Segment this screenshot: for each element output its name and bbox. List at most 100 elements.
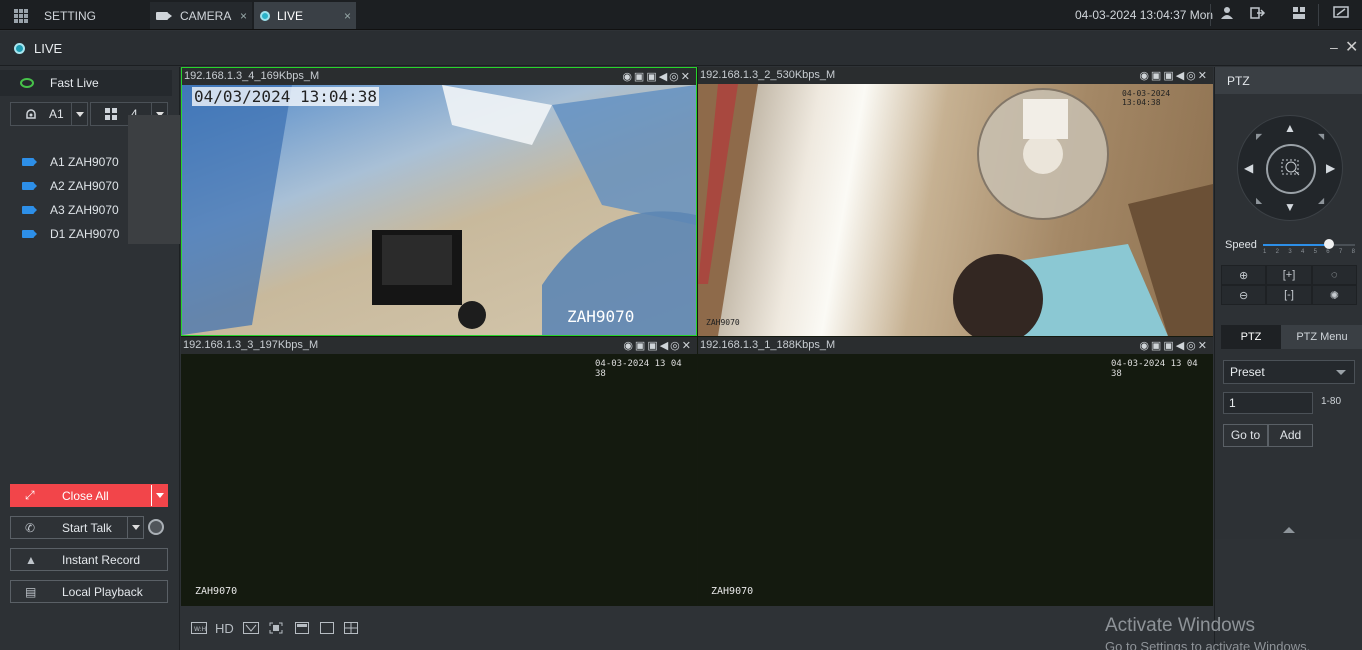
speed-tick: 2: [1275, 249, 1279, 255]
layout-icon[interactable]: [1290, 6, 1308, 24]
bottom-toolbar: W:H HD: [181, 607, 1213, 650]
local-playback-button[interactable]: ▤ Local Playback: [10, 580, 168, 603]
pane-stream-info: 192.168.1.3_3_197Kbps_M: [183, 339, 319, 351]
stream-icon[interactable]: [243, 622, 259, 637]
tab-ptz-menu[interactable]: PTZ Menu: [1281, 325, 1362, 349]
channel-item[interactable]: A3 ZAH9070: [22, 201, 119, 219]
live-dot-icon: [260, 10, 270, 21]
video-pane[interactable]: 192.168.1.3_2_530Kbps_M ◉▣▣◀◎✕ 04-03-202…: [698, 67, 1213, 336]
focus-far-icon[interactable]: [-]: [1266, 285, 1312, 305]
video-pane[interactable]: 192.168.1.3_1_188Kbps_M ◉▣▣◀◎✕ 04-03-202…: [698, 337, 1213, 606]
left-panel: Fast Live A1 4 A1 ZAH9070 A2 ZAH9070 A3 …: [0, 67, 180, 650]
camera-feed: 04-03-2024 13 04 38 ZAH9070: [181, 354, 697, 606]
fit-screen-icon[interactable]: [269, 622, 283, 637]
speed-tick: 3: [1288, 249, 1292, 255]
pane-stream-info: 192.168.1.3_1_188Kbps_M: [700, 339, 836, 351]
osd-camera-name: ZAH9070: [706, 318, 740, 327]
apps-grid-icon: [14, 8, 28, 23]
video-grid: 192.168.1.3_4_169Kbps_M ◉▣▣◀◎✕ 04/03/202…: [181, 67, 1213, 606]
fast-live-item[interactable]: Fast Live: [0, 70, 172, 96]
group-select-value: A1: [49, 107, 64, 121]
camera-icon: [156, 11, 172, 20]
fast-live-label: Fast Live: [50, 76, 99, 90]
close-all-button[interactable]: ⤢ Close All: [10, 484, 168, 507]
preset-select[interactable]: Preset: [1223, 360, 1355, 384]
local-playback-label: Local Playback: [62, 584, 143, 599]
video-pane[interactable]: 192.168.1.3_3_197Kbps_M ◉▣▣◀◎✕ 04-03-202…: [181, 337, 697, 606]
focus-near-icon[interactable]: [+]: [1266, 265, 1312, 285]
ptz-joystick[interactable]: ▲ ▼ ◀ ▶ ◤ ◥ ◣ ◢: [1237, 115, 1343, 221]
iris-open-icon[interactable]: ◌: [1311, 265, 1357, 285]
chevron-down-icon[interactable]: [71, 103, 87, 125]
speed-slider-handle[interactable]: [1324, 239, 1334, 249]
pane-toolbar-icons[interactable]: ◉▣▣◀◎✕: [623, 339, 693, 352]
arrow-upleft-icon[interactable]: ◤: [1256, 132, 1262, 141]
display-icon[interactable]: [1332, 6, 1350, 24]
preset-number-input[interactable]: [1223, 392, 1313, 414]
arrow-left-icon[interactable]: ◀: [1244, 161, 1253, 175]
channel-camera-icon: [22, 158, 37, 166]
tab-ptz[interactable]: PTZ: [1221, 325, 1281, 349]
zoom-out-icon[interactable]: ⊖: [1221, 285, 1267, 305]
zoom-in-icon[interactable]: ⊕: [1221, 265, 1267, 285]
ptz-center-zoom-icon[interactable]: [1266, 144, 1316, 194]
tab-setting-label: SETTING: [44, 8, 97, 23]
channel-label: D1 ZAH9070: [50, 227, 120, 241]
speed-tick: 4: [1300, 249, 1305, 255]
start-talk-label: Start Talk: [62, 520, 112, 535]
instant-record-label: Instant Record: [62, 552, 141, 567]
four-split-icon[interactable]: [344, 622, 358, 637]
osd-timestamp: 04/03/2024 13:04:38: [192, 87, 380, 106]
tab-live[interactable]: LIVE ×: [254, 2, 356, 29]
single-window-icon[interactable]: [295, 622, 309, 637]
channel-label: A1 ZAH9070: [50, 155, 119, 169]
svg-text:W:H: W:H: [194, 626, 206, 633]
chevron-down-icon[interactable]: [151, 485, 167, 506]
start-talk-button[interactable]: ✆ Start Talk: [10, 516, 144, 539]
channel-item[interactable]: A2 ZAH9070: [22, 177, 119, 195]
close-button[interactable]: ✕: [1345, 37, 1358, 57]
collapse-up-icon[interactable]: [1283, 527, 1295, 533]
group-select[interactable]: A1: [10, 102, 88, 126]
channel-item[interactable]: D1 ZAH9070: [22, 225, 119, 243]
channel-item[interactable]: A1 ZAH9070: [22, 153, 119, 171]
one-split-icon[interactable]: [320, 622, 334, 637]
tab-live-close-icon[interactable]: ×: [344, 9, 351, 23]
speed-slider-fill: [1263, 244, 1329, 246]
chevron-down-icon[interactable]: [127, 517, 143, 538]
arrow-right-icon[interactable]: ▶: [1326, 161, 1335, 175]
minimize-button[interactable]: –: [1330, 39, 1338, 55]
video-pane[interactable]: 192.168.1.3_4_169Kbps_M ◉▣▣◀◎✕ 04/03/202…: [181, 67, 697, 336]
tab-camera-close-icon[interactable]: ×: [240, 9, 247, 23]
add-preset-button[interactable]: Add: [1268, 424, 1313, 447]
activate-windows-hint: Go to Settings to activate Windows.: [1105, 639, 1311, 650]
phone-icon: ✆: [25, 520, 36, 535]
logout-icon[interactable]: [1250, 6, 1268, 24]
arrow-downleft-icon[interactable]: ◣: [1256, 196, 1262, 205]
speed-tick: 6: [1326, 249, 1330, 255]
channel-camera-icon: [22, 230, 37, 238]
speed-tick: 5: [1313, 249, 1317, 255]
user-icon[interactable]: [1218, 6, 1236, 24]
arrow-upright-icon[interactable]: ◥: [1318, 132, 1324, 141]
hd-button[interactable]: HD: [215, 621, 234, 636]
arrow-downright-icon[interactable]: ◢: [1318, 196, 1324, 205]
speed-scale: 1 2 3 4 5 6 7 8: [1263, 249, 1355, 255]
speed-tick: 8: [1351, 249, 1355, 255]
arrow-up-icon[interactable]: ▲: [1284, 121, 1296, 135]
preset-range-label: 1-80: [1321, 396, 1342, 407]
close-all-icon: ⤢: [25, 488, 35, 502]
pane-stream-info: 192.168.1.3_2_530Kbps_M: [700, 69, 836, 81]
aspect-ratio-icon[interactable]: W:H: [191, 622, 207, 637]
pane-toolbar-icons[interactable]: ◉▣▣◀◎✕: [1139, 69, 1209, 82]
pane-toolbar-icons[interactable]: ◉▣▣◀◎✕: [622, 70, 692, 83]
arrow-down-icon[interactable]: ▼: [1284, 200, 1296, 214]
warning-icon: ▲: [25, 552, 37, 567]
pane-toolbar-icons[interactable]: ◉▣▣◀◎✕: [1139, 339, 1209, 352]
goto-preset-button[interactable]: Go to: [1223, 424, 1268, 447]
tab-setting[interactable]: SETTING: [0, 2, 148, 29]
instant-record-button[interactable]: ▲ Instant Record: [10, 548, 168, 571]
obscured-region: [128, 115, 180, 244]
tab-camera[interactable]: CAMERA ×: [150, 2, 252, 29]
iris-close-icon[interactable]: ✺: [1311, 285, 1357, 305]
